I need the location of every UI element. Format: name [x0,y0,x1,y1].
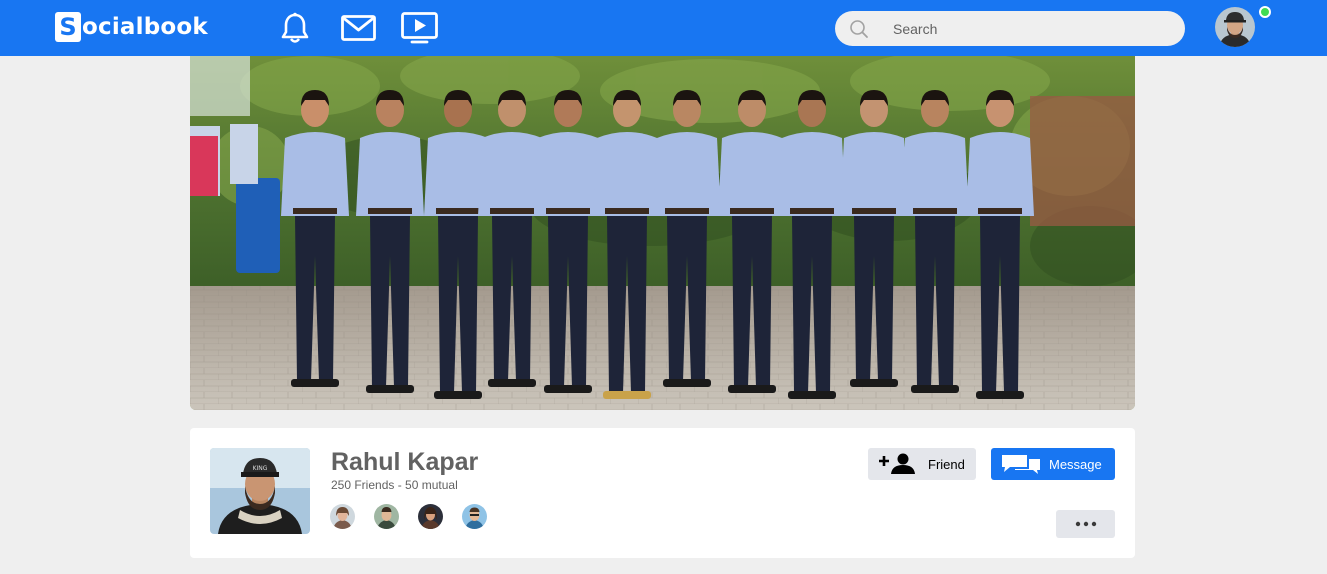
cover-group-photo [190,56,1135,410]
cover-photo[interactable] [190,56,1135,410]
add-friend-icon [879,453,915,474]
mutual-friends-list [330,504,506,529]
logo-text: ocialbook [82,14,208,40]
video-play-icon[interactable] [401,10,438,46]
mutual-friend-avatar[interactable] [418,504,443,529]
profile-photo[interactable]: KING [210,448,310,534]
more-dots-icon [1075,521,1096,527]
add-friend-button[interactable]: Friend [868,448,976,480]
search-icon [850,19,868,38]
bell-icon[interactable] [280,10,310,46]
mutual-friend-avatar[interactable] [462,504,487,529]
online-status-dot [1259,6,1271,18]
svg-text:KING: KING [253,465,268,472]
chat-bubbles-icon [1002,455,1040,474]
profile-card: KING Rahul Kapar 250 Friends - 50 mutual… [190,428,1135,558]
friend-button-label: Friend [928,456,965,472]
mail-icon[interactable] [341,10,376,46]
mutual-friend-avatar[interactable] [330,504,355,529]
search-bar[interactable] [835,11,1185,46]
user-avatar[interactable] [1215,7,1255,47]
message-button-label: Message [1049,456,1102,472]
top-navbar: S ocialbook [0,0,1327,56]
search-input[interactable] [893,20,1173,37]
message-button[interactable]: Message [991,448,1115,480]
socialbook-logo[interactable]: S ocialbook [55,12,208,42]
friends-summary: 250 Friends - 50 mutual [331,478,458,492]
more-options-button[interactable] [1056,510,1115,538]
mutual-friend-avatar[interactable] [374,504,399,529]
logo-letter: S [55,12,81,42]
profile-name: Rahul Kapar [331,448,479,476]
